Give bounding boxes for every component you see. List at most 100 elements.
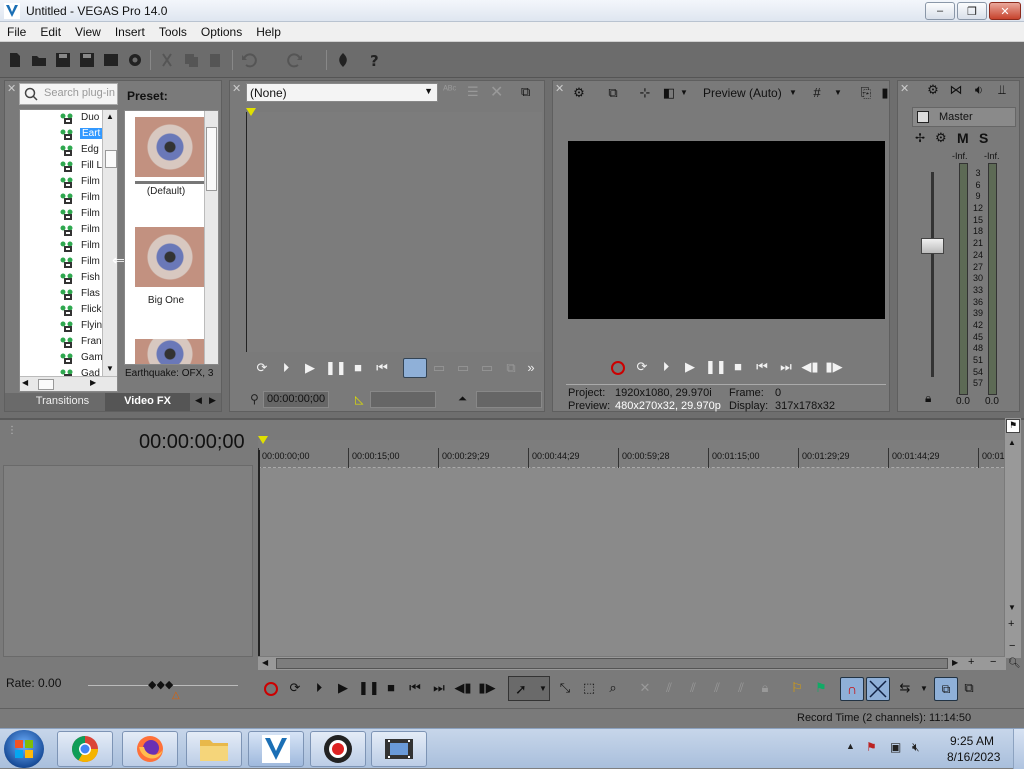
record-icon[interactable]: [264, 682, 278, 696]
render-icon[interactable]: [102, 51, 120, 69]
tree-horizontal-scrollbar[interactable]: ◀ ▶: [20, 376, 117, 391]
preset-item-big-one[interactable]: Big One: [125, 223, 205, 323]
trim-end-icon[interactable]: ⫽: [708, 680, 726, 698]
duration-field[interactable]: [476, 391, 542, 408]
trim-icon[interactable]: ⫽: [660, 680, 678, 698]
tree-item[interactable]: Flyin: [20, 319, 102, 335]
paste-icon[interactable]: [206, 51, 224, 69]
pause-icon[interactable]: ❚❚: [705, 359, 727, 377]
in-point-field[interactable]: [370, 391, 436, 408]
more-chevron-icon[interactable]: »: [522, 360, 540, 378]
show-desktop-button[interactable]: [1013, 729, 1024, 769]
previous-frame-icon[interactable]: ◀▮: [454, 680, 472, 698]
trimmer-source-select[interactable]: (None) ▼: [246, 83, 438, 102]
scroll-up-arrow-icon[interactable]: ▲: [1008, 438, 1016, 447]
add-to-timeline-icon[interactable]: ▭: [430, 360, 448, 378]
master-fader-handle[interactable]: [921, 238, 944, 254]
master-fx-gear-icon[interactable]: ⚙: [935, 130, 947, 146]
taskbar-firefox[interactable]: [122, 731, 178, 767]
edit-tool-selector[interactable]: ➚ ▼: [508, 676, 550, 701]
go-to-start-icon[interactable]: ⏮: [406, 680, 424, 698]
tree-item[interactable]: Fill L: [20, 159, 102, 175]
selection-tool-icon[interactable]: ⬚: [580, 680, 598, 698]
auto-crossfades-icon[interactable]: [866, 677, 890, 701]
clock-time[interactable]: 9:25 AM: [950, 734, 994, 748]
taskbar-file-explorer[interactable]: [186, 731, 242, 767]
timeline-hscroll-thumb[interactable]: [276, 658, 948, 669]
tree-item[interactable]: Eart: [20, 127, 102, 143]
pause-icon[interactable]: ❚❚: [325, 360, 347, 378]
show-hidden-icons[interactable]: ▲: [846, 741, 855, 751]
loop-icon[interactable]: ⟳: [253, 360, 271, 378]
minimize-button[interactable]: –: [925, 2, 955, 20]
zoom-in-vertical-icon[interactable]: +: [1008, 618, 1014, 630]
mixer-settings-icon[interactable]: ⫫: [993, 82, 1011, 100]
split-screen-icon[interactable]: ⊹: [636, 85, 654, 103]
tab-transitions[interactable]: Transitions: [25, 395, 100, 407]
timeline-timecode[interactable]: 00:00:00;00: [139, 431, 245, 454]
solo-button[interactable]: S: [979, 130, 988, 146]
tree-item[interactable]: Film: [20, 191, 102, 207]
timeline-vertical-scrollbar[interactable]: ⚑ ▲ ▼ + −: [1005, 418, 1021, 658]
go-to-start-icon[interactable]: ⏮: [753, 359, 771, 377]
menu-edit[interactable]: Edit: [33, 25, 68, 39]
timeline-ruler[interactable]: 00:00:00;00 00:00:15;00 00:00:29;29 00:00:4…: [258, 440, 1012, 468]
tree-item[interactable]: Film: [20, 255, 102, 271]
play-icon[interactable]: ▶: [301, 360, 319, 378]
play-icon[interactable]: ▶: [334, 680, 352, 698]
external-monitor-icon[interactable]: ⧉: [604, 85, 622, 103]
tree-item[interactable]: Film: [20, 207, 102, 223]
rate-slider-handle[interactable]: ◆◆◆: [148, 678, 173, 691]
mute-button[interactable]: M: [957, 130, 969, 146]
save-icon[interactable]: [54, 51, 72, 69]
snapping-magnet-icon[interactable]: ∩: [840, 677, 864, 701]
tab-scroll-left-icon[interactable]: ◀: [195, 395, 202, 406]
more-icon[interactable]: ▮: [876, 85, 894, 103]
create-subclip-icon[interactable]: ⧉: [502, 360, 520, 378]
lock-envelopes-icon[interactable]: ⧉: [934, 677, 958, 701]
pause-icon[interactable]: ❚❚: [358, 680, 380, 698]
close-button[interactable]: ✕: [989, 2, 1021, 20]
play-from-start-icon[interactable]: ⏵: [277, 360, 295, 378]
tree-item[interactable]: Edg: [20, 143, 102, 159]
panel-close-icon[interactable]: ✕: [555, 82, 564, 95]
panel-close-icon[interactable]: ✕: [900, 82, 909, 95]
insert-region-icon[interactable]: ⚑: [812, 680, 830, 698]
start-button[interactable]: [4, 730, 44, 768]
help-icon[interactable]: ?: [366, 51, 384, 69]
preset-scrollbar[interactable]: [204, 111, 218, 364]
tab-video-fx[interactable]: Video FX: [105, 393, 190, 411]
ripple-edit-icon[interactable]: ⇆: [896, 680, 914, 698]
cut-icon[interactable]: [158, 51, 176, 69]
network-icon[interactable]: ▣: [890, 740, 901, 754]
chevron-down-icon[interactable]: ▼: [789, 88, 797, 97]
taskbar-movie-app[interactable]: [371, 731, 427, 767]
marker-flag-icon[interactable]: ⚑: [1006, 419, 1020, 433]
trim-start-icon[interactable]: ⫽: [684, 680, 702, 698]
undo-icon[interactable]: [240, 51, 258, 69]
panel-close-icon[interactable]: ✕: [7, 82, 16, 95]
scroll-left-arrow-icon[interactable]: ◀: [262, 658, 268, 667]
taskbar-chrome[interactable]: [57, 731, 113, 767]
pan-icon[interactable]: ✢: [915, 131, 925, 145]
menu-tools[interactable]: Tools: [152, 25, 194, 39]
preview-quality[interactable]: Preview (Auto): [703, 86, 782, 100]
ignore-grouping-icon[interactable]: ⧉: [960, 680, 978, 698]
timeline-tracks[interactable]: 00:00:00;00 00:00:15;00 00:00:29;29 00:00:4…: [258, 436, 1012, 656]
scroll-down-arrow-icon[interactable]: ▼: [106, 364, 114, 373]
tree-item[interactable]: Fish: [20, 271, 102, 287]
new-file-icon[interactable]: [6, 51, 24, 69]
zoom-tool-icon[interactable]: ⌕: [604, 680, 622, 698]
select-mode-icon[interactable]: [403, 358, 427, 378]
tree-hscroll-thumb[interactable]: [38, 379, 54, 390]
go-to-start-icon[interactable]: ⏮: [373, 360, 391, 378]
split-icon[interactable]: ⫽: [732, 680, 750, 698]
tree-item[interactable]: Gam: [20, 351, 102, 367]
menu-options[interactable]: Options: [194, 25, 249, 39]
timeline-horizontal-scrollbar[interactable]: ◀ ▶ + −: [258, 656, 1006, 670]
taskbar-recorder[interactable]: [310, 731, 366, 767]
track-list[interactable]: [3, 465, 253, 657]
clear-x-icon[interactable]: ✕: [490, 82, 503, 102]
go-to-end-icon[interactable]: ⏭: [777, 359, 795, 377]
add-to-timeline-icon[interactable]: ▭: [478, 360, 496, 378]
